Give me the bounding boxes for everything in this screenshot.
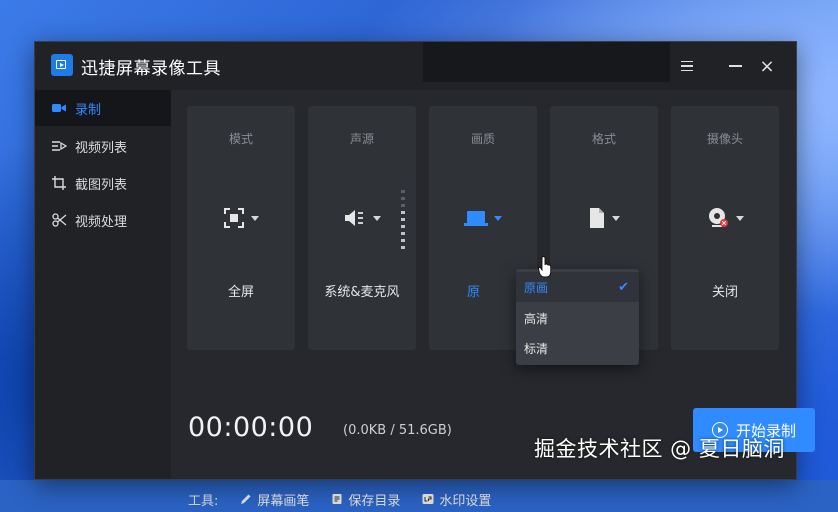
tool-label: 水印设置 [439, 493, 492, 509]
sidebar-item-label: 截图列表 [75, 177, 128, 193]
fullscreen-icon [224, 208, 244, 228]
watermark-settings-button[interactable]: 水印设置 [422, 490, 491, 509]
volume-meter [400, 190, 406, 260]
video-camera-icon [51, 100, 67, 116]
video-process-icon [51, 212, 67, 228]
speaker-mic-icon [345, 210, 363, 226]
sidebar-item-video-process[interactable]: 视频处理 [35, 202, 171, 238]
card-label: 摄像头 [706, 132, 743, 146]
tool-label: 屏幕画笔 [257, 493, 310, 509]
webcam-selector[interactable] [671, 206, 779, 230]
chevron-down-icon [736, 215, 744, 221]
hand-cursor-icon [538, 256, 552, 278]
sidebar-item-label: 录制 [75, 102, 102, 118]
app-window: 迅捷屏幕录像工具 × 录制 视频列表 截图列表 视频处理 模式 全屏 声源 系统… [34, 41, 815, 509]
tools-label: 工具: [188, 493, 219, 509]
option-label: 原画 [524, 280, 549, 295]
app-logo-icon [51, 54, 73, 76]
quality-dropdown: 原画 ✔ 高清 标清 [516, 269, 639, 365]
quality-icon [464, 211, 488, 226]
checkmark-icon: ✔ [618, 280, 629, 295]
card-label: 模式 [228, 132, 253, 146]
minimize-icon[interactable] [723, 54, 747, 78]
sidebar-item-screenshot-list[interactable]: 截图列表 [35, 165, 171, 201]
webcam-icon [709, 208, 728, 227]
quality-option-sd[interactable]: 标清 [516, 333, 639, 363]
chevron-down-icon [251, 215, 259, 221]
sidebar-item-record[interactable]: 录制 [35, 90, 171, 126]
mode-selector[interactable] [187, 206, 295, 230]
card-label: 声源 [349, 132, 374, 146]
video-list-icon [51, 138, 68, 154]
title-bar[interactable]: 迅捷屏幕录像工具 × [35, 42, 796, 90]
audio-source-value: 系统&麦克风 [324, 285, 400, 300]
mode-value: 全屏 [227, 285, 254, 300]
screenshot-icon [51, 175, 67, 191]
recording-timer: 00:00:00 [188, 412, 314, 443]
chevron-down-icon [494, 215, 502, 221]
webcam-value: 关闭 [711, 285, 738, 300]
watermark-icon [422, 494, 434, 504]
tool-label: 保存目录 [348, 493, 401, 509]
folder-icon [332, 494, 342, 504]
close-icon[interactable]: × [755, 54, 779, 78]
sidebar-item-label: 视频处理 [75, 214, 128, 230]
menu-icon[interactable] [675, 54, 699, 78]
quality-option-hd[interactable]: 高清 [516, 303, 639, 333]
main-panel: 模式 全屏 声源 系统&麦克风 画质 原 格式 摄像头 关闭 原画 ✔ 高清 标… [171, 90, 815, 509]
redacted-area [423, 42, 670, 82]
chevron-down-icon [373, 215, 381, 221]
file-size-info: (0.0KB / 51.6GB) [343, 423, 452, 438]
card-label: 画质 [470, 132, 495, 146]
app-title: 迅捷屏幕录像工具 [81, 59, 221, 79]
card-label: 格式 [591, 132, 616, 146]
sidebar: 录制 视频列表 截图列表 视频处理 [35, 90, 171, 479]
mode-card[interactable]: 模式 全屏 [187, 106, 295, 350]
sidebar-item-label: 视频列表 [75, 140, 128, 156]
quality-selector[interactable] [429, 206, 537, 230]
save-directory-button[interactable]: 保存目录 [331, 490, 400, 509]
tools-bar: 工具: 屏幕画笔 保存目录 水印设置 [188, 486, 513, 512]
sidebar-item-video-list[interactable]: 视频列表 [35, 128, 171, 164]
pen-icon [241, 494, 251, 504]
format-selector[interactable] [550, 206, 658, 230]
file-format-icon [590, 208, 604, 228]
option-label: 标清 [524, 341, 549, 356]
audio-source-card[interactable]: 声源 系统&麦克风 [308, 106, 416, 350]
chevron-down-icon [612, 215, 620, 221]
quality-option-original[interactable]: 原画 ✔ [516, 272, 639, 302]
option-label: 高清 [524, 311, 549, 326]
screen-pen-button[interactable]: 屏幕画笔 [240, 490, 309, 509]
webcam-card[interactable]: 摄像头 关闭 [671, 106, 779, 350]
watermark-overlay: 掘金技术社区 @ 夏日脑洞 [534, 437, 785, 461]
